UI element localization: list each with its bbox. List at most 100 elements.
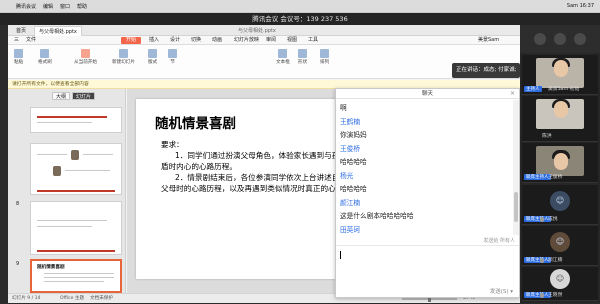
thumb-line: [44, 281, 104, 282]
close-icon[interactable]: ×: [510, 89, 515, 99]
mac-app-menus: 腾讯会议 编辑 窗口 帮助: [16, 3, 87, 10]
slide-title[interactable]: 随机情景喜剧: [155, 112, 236, 132]
tab-home[interactable]: 首页: [12, 26, 30, 36]
window-doc-title: 与父母相处.pptx: [238, 28, 276, 34]
section-icon: [168, 49, 177, 58]
participant-name: 王俊桥: [548, 175, 563, 180]
clock-text: Sam 16:37: [566, 3, 594, 9]
speaking-indicator: 正在讲话：成态; 付家诚;: [452, 63, 520, 78]
participant-name: 美景Sam·初始: [548, 87, 580, 92]
thumb-line: [37, 154, 67, 155]
participant-tile[interactable]: 联席主持人 王俊桥: [522, 143, 598, 183]
menu-start[interactable]: 开始: [121, 37, 141, 44]
participant-face: [554, 153, 568, 170]
participant-tile[interactable]: ☺ 联席主持人 王晓然: [522, 267, 598, 301]
paste-button[interactable]: 粘贴: [14, 49, 23, 65]
share-icon[interactable]: [574, 33, 586, 45]
participant-tile[interactable]: ☺ 联席主持人 成悦: [522, 185, 598, 225]
role-badge: 联席主持人: [524, 174, 551, 180]
camera-icon[interactable]: [554, 33, 566, 45]
chat-sender[interactable]: 王鹤楠: [340, 116, 360, 126]
participant-name: 陈洪: [542, 134, 552, 139]
ribbon-toolbar: 粘贴 格式刷 从当前开始 新建幻灯片 版式 节 文本框 形状 排列: [8, 45, 520, 79]
new-slide-icon: [118, 49, 128, 58]
role-badge: 联席主持人: [524, 216, 551, 222]
mute-icon[interactable]: [534, 33, 546, 45]
menu-design[interactable]: 设计: [170, 37, 180, 44]
slide-thumbnail[interactable]: [30, 201, 122, 255]
participant-video: [536, 99, 584, 129]
send-button[interactable]: 发送(S) ▾: [490, 287, 513, 295]
user-avatar-icon: ☺: [550, 232, 570, 252]
chat-sender[interactable]: 颜江楠: [340, 197, 360, 207]
menu-meeting[interactable]: 腾讯会议: [16, 3, 36, 10]
user-name[interactable]: 美景Sam: [478, 37, 499, 44]
menu-insert[interactable]: 插入: [149, 37, 159, 44]
role-badge: 主持人: [524, 86, 542, 92]
menu-window[interactable]: 窗口: [60, 3, 70, 10]
shape-button[interactable]: 形状: [298, 49, 307, 65]
menu-review[interactable]: 审阅: [266, 37, 276, 44]
menu-view[interactable]: 视图: [287, 37, 297, 44]
thumb-line: [83, 154, 113, 155]
format-painter-button[interactable]: 格式刷: [38, 49, 52, 65]
play-icon: [80, 49, 90, 58]
thumb-figure: [53, 166, 61, 176]
mic-icon: [540, 258, 544, 263]
tab-outline[interactable]: 大纲: [52, 92, 71, 100]
brush-icon: [40, 49, 50, 58]
chat-sender[interactable]: 田英珂: [340, 224, 360, 234]
scroll-thumb[interactable]: [514, 192, 518, 222]
participant-name: 颜江楠: [548, 258, 563, 263]
user-avatar-icon: ☺: [550, 191, 570, 211]
ribbon-menu: 三 文件 开始 插入 设计 切换 动画 幻灯片放映 审阅 视图 工具 美景Sam: [8, 36, 520, 45]
participant-name: 王晓然: [548, 293, 563, 298]
chat-sender[interactable]: 王俊桥: [340, 143, 360, 153]
chat-recipient-select[interactable]: 发送给 所有人: [340, 237, 515, 244]
layout-button[interactable]: 版式: [148, 49, 157, 65]
section-button[interactable]: 节: [168, 49, 177, 65]
participant-tile[interactable]: 主持人 美景Sam·初始: [522, 55, 598, 95]
zoom-slider[interactable]: [402, 296, 457, 302]
chat-message: 哈哈哈哈: [340, 185, 367, 193]
chat-send-row: 发送(S) ▾: [336, 285, 519, 298]
thumb-figure: [71, 150, 79, 160]
participant-tile[interactable]: ☺ 联席主持人 颜江楠: [522, 226, 598, 266]
play-from-current-button[interactable]: 从当前开始: [74, 49, 97, 65]
chat-messages: 啊 王鹤楠 你演妈妈 王俊桥 哈哈哈哈 杨光 哈哈哈哈 颜江楠 这是什么剧本哈哈…: [336, 100, 519, 235]
shape-icon: [298, 49, 308, 58]
menu-slideshow[interactable]: 幻灯片放映: [234, 37, 259, 44]
arrange-button[interactable]: 排列: [320, 49, 329, 65]
menu-help[interactable]: 帮助: [77, 3, 87, 10]
participant-video: [536, 58, 584, 88]
chat-scrollbar[interactable]: [513, 100, 519, 235]
menu-file[interactable]: 文件: [26, 37, 36, 44]
user-avatar-icon: ☺: [550, 269, 570, 289]
apple-icon[interactable]: [5, 1, 13, 11]
thumb-line: [37, 116, 107, 118]
slide-thumbnail[interactable]: [30, 107, 122, 133]
new-slide-button[interactable]: 新建幻灯片: [112, 49, 135, 65]
textbox-button[interactable]: 文本框: [276, 49, 290, 65]
menu-tools[interactable]: 工具: [308, 37, 318, 44]
tab-slides[interactable]: 幻灯片: [72, 92, 96, 100]
document-tabs: 首页 与父母相处.pptx 与父母相处.pptx: [8, 25, 520, 36]
menu-hamburger[interactable]: 三: [14, 37, 19, 44]
participant-name: 成悦: [548, 217, 558, 222]
chat-input[interactable]: [336, 245, 519, 283]
chat-header: 聊天 ×: [336, 89, 519, 99]
slide-thumbnail[interactable]: [30, 143, 122, 195]
thumb-line: [65, 170, 110, 171]
participant-tile[interactable]: 陈洪: [522, 96, 598, 142]
chat-message: 这是什么剧本哈哈哈哈哈: [340, 212, 414, 220]
tab-document[interactable]: 与父母相处.pptx: [34, 26, 82, 36]
menu-animation[interactable]: 动画: [212, 37, 222, 44]
thumb-line: [37, 190, 115, 192]
chat-sender[interactable]: 杨光: [340, 170, 353, 180]
video-controls: [520, 25, 600, 53]
participant-face: [554, 101, 568, 118]
chat-panel: 聊天 × 啊 王鹤楠 你演妈妈 王俊桥 哈哈哈哈 杨光 哈哈哈哈 颜江楠 这是什…: [335, 88, 520, 298]
menu-transition[interactable]: 切换: [191, 37, 201, 44]
menu-edit[interactable]: 编辑: [43, 3, 53, 10]
slide-thumbnail-selected[interactable]: 随机情景喜剧: [30, 259, 122, 293]
